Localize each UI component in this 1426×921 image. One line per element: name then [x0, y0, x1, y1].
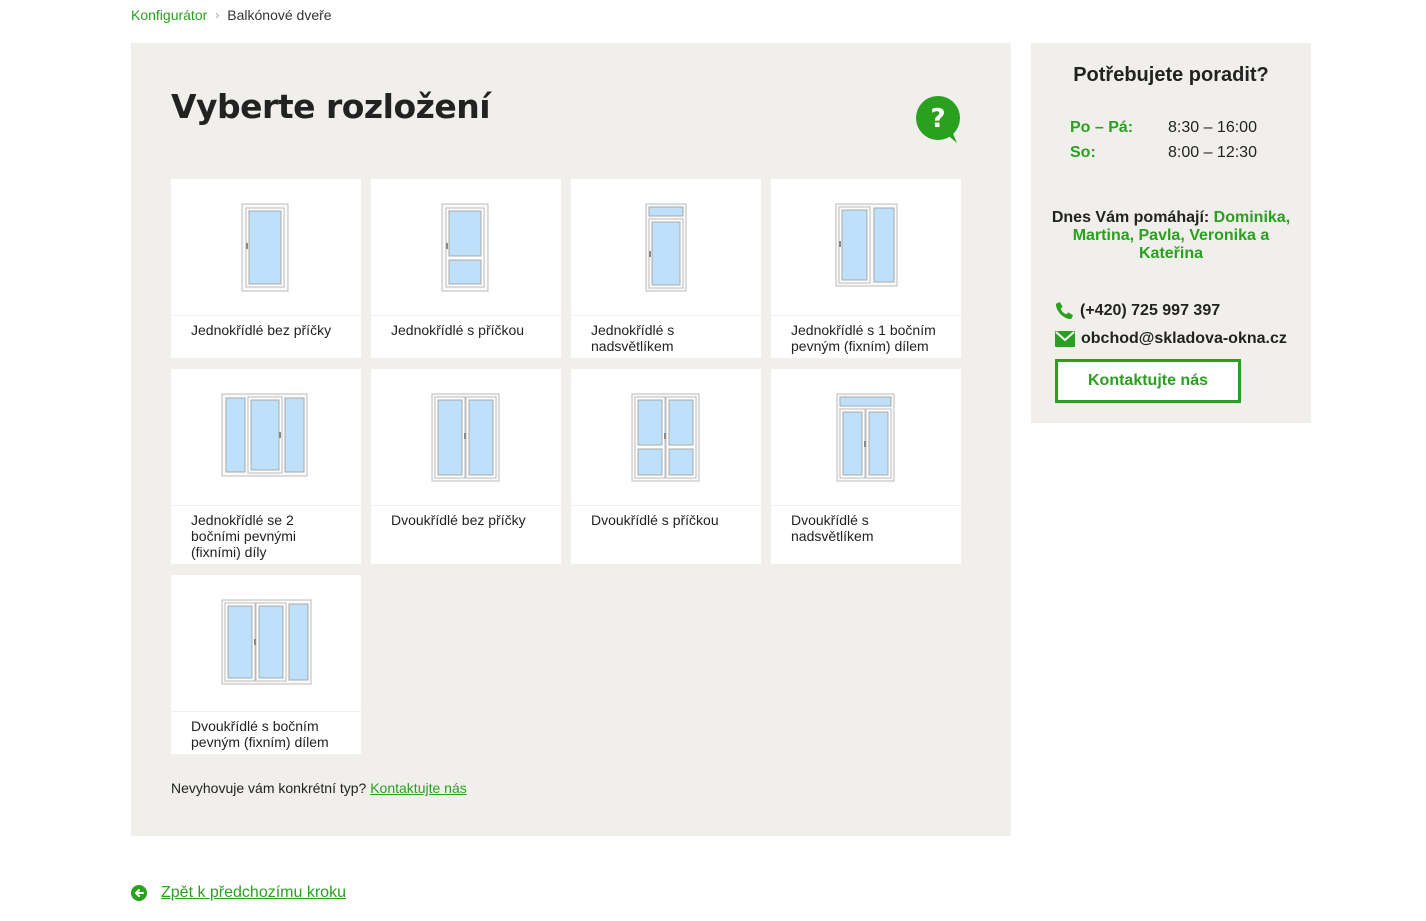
helpers-prefix: Dnes Vám pomáhají: — [1051, 209, 1210, 226]
single-sash-door-icon — [241, 203, 289, 292]
help-bubble-icon[interactable]: ? — [915, 95, 963, 145]
layout-tile-single-fanlight[interactable]: Jednokřídlé s nadsvětlíkem — [571, 179, 761, 358]
layout-tile-double-side-fixed[interactable]: Dvoukřídlé s bočním pevným (fixním) díle… — [171, 575, 361, 754]
double-sash-door-fanlight-icon — [836, 393, 895, 482]
helpers-today: Dnes Vám pomáhají: Dominika, Martina, Pa… — [1045, 209, 1297, 263]
hours-time: 8:00 – 12:30 — [1168, 144, 1257, 161]
email-contact[interactable]: obchod@skladova-okna.cz — [1055, 330, 1287, 348]
help-sidebar: Potřebujete poradit? Po – Pá: 8:30 – 16:… — [1031, 43, 1311, 423]
layout-tile-single-no-bar[interactable]: Jednokřídlé bez příčky — [171, 179, 361, 358]
page-title: Vyberte rozložení — [171, 87, 491, 126]
previous-step-link[interactable]: Zpět k předchozímu kroku — [161, 884, 346, 902]
tile-label: Jednokřídlé se 2 bočními pevnými (fixním… — [191, 512, 297, 560]
layout-tile-single-with-bar[interactable]: Jednokřídlé s příčkou — [371, 179, 561, 358]
layout-tile-single-side-fixed[interactable]: Jednokřídlé s 1 bočním pevným (fixním) d… — [771, 179, 961, 358]
custom-type-note: Nevyhovuje vám konkrétní typ? Kontaktujt… — [171, 780, 467, 796]
tile-label: Jednokřídlé s nadsvětlíkem — [591, 322, 675, 354]
layout-tile-double-with-bar[interactable]: Dvoukřídlé s příčkou — [571, 369, 761, 564]
double-sash-door-transom-bar-icon — [631, 393, 700, 482]
arrow-left-circle-icon[interactable] — [131, 885, 147, 901]
tile-label: Jednokřídlé bez příčky — [191, 322, 332, 338]
tile-label: Jednokřídlé s příčkou — [391, 322, 525, 338]
hours-time: 8:30 – 16:00 — [1168, 119, 1257, 136]
double-sash-door-side-fixed-icon — [221, 599, 312, 685]
contact-us-link[interactable]: Kontaktujte nás — [370, 780, 467, 796]
tile-label: Dvoukřídlé bez příčky — [391, 512, 526, 528]
back-navigation: Zpět k předchozímu kroku — [131, 884, 346, 902]
breadcrumb-configurator-link[interactable]: Konfigurátor — [131, 7, 207, 23]
single-sash-door-fanlight-icon — [645, 203, 687, 292]
tile-label: Dvoukřídlé s bočním pevným (fixním) díle… — [191, 718, 329, 750]
phone-contact[interactable]: (+420) 725 997 397 — [1055, 301, 1220, 320]
layout-tile-single-two-side-fixed[interactable]: Jednokřídlé se 2 bočními pevnými (fixním… — [171, 369, 361, 564]
chevron-right-icon: › — [215, 8, 220, 22]
tile-label: Jednokřídlé s 1 bočním pevným (fixním) d… — [791, 322, 936, 354]
sidebar-title: Potřebujete poradit? — [1073, 64, 1269, 86]
layout-tile-double-fanlight[interactable]: Dvoukřídlé s nadsvětlíkem — [771, 369, 961, 564]
contact-us-button[interactable]: Kontaktujte nás — [1055, 359, 1241, 403]
tile-label: Dvoukřídlé s nadsvětlíkem — [791, 512, 874, 544]
hours-day-label: Po – Pá: — [1070, 119, 1134, 136]
single-sash-door-side-fixed-icon — [835, 203, 898, 287]
breadcrumb-current: Balkónové dveře — [227, 7, 332, 23]
layout-selection-panel: Vyberte rozložení ? Jednokřídlé bez příč… — [131, 43, 1011, 836]
single-sash-door-transom-bar-icon — [441, 203, 489, 292]
double-sash-door-icon — [431, 393, 500, 482]
envelope-icon — [1055, 331, 1075, 347]
tile-label: Dvoukřídlé s příčkou — [591, 512, 719, 528]
svg-text:?: ? — [930, 104, 945, 134]
hours-day-label: So: — [1070, 144, 1096, 161]
phone-icon — [1055, 301, 1074, 320]
breadcrumb: Konfigurátor › Balkónové dveře — [131, 7, 332, 23]
phone-number: (+420) 725 997 397 — [1080, 301, 1221, 319]
custom-type-note-text: Nevyhovuje vám konkrétní typ? — [171, 780, 367, 796]
email-address: obchod@skladova-okna.cz — [1081, 330, 1287, 347]
layout-tile-double-no-bar[interactable]: Dvoukřídlé bez příčky — [371, 369, 561, 564]
single-sash-door-two-side-fixed-icon — [221, 393, 308, 477]
